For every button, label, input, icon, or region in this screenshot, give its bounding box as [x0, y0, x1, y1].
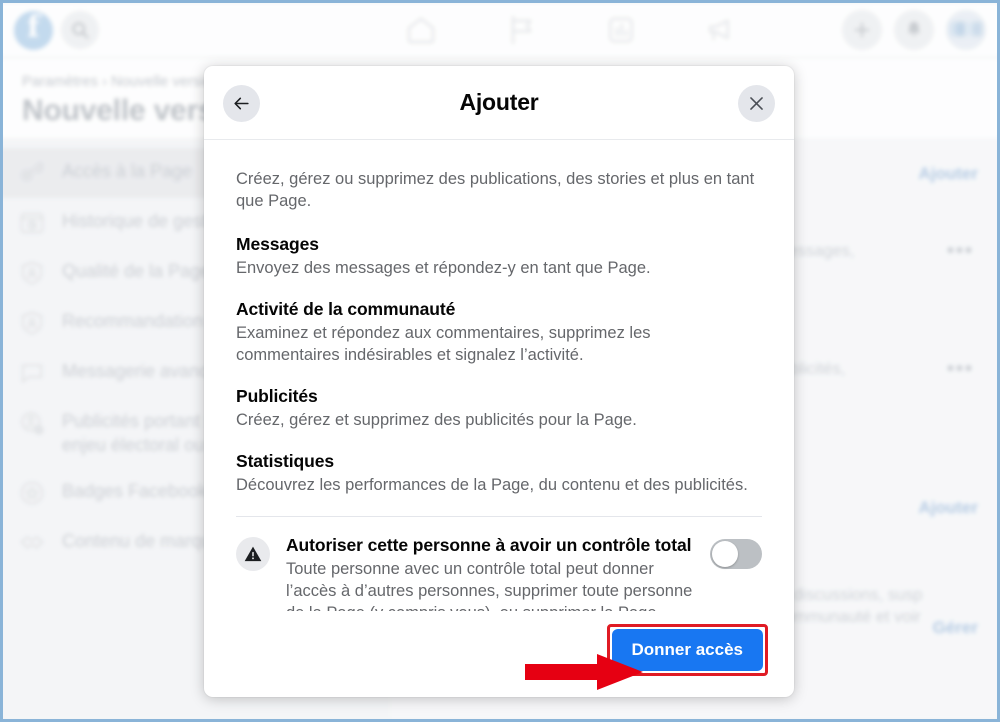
- dialog-header: Ajouter: [204, 66, 794, 140]
- warning-badge: [236, 537, 270, 571]
- viewport-border-left: [0, 0, 3, 722]
- viewport-border-top: [0, 0, 1000, 3]
- permission-title: Messages: [236, 234, 319, 254]
- full-control-toggle[interactable]: [710, 539, 762, 569]
- warning-triangle-icon: [244, 546, 262, 562]
- dialog-footer: Donner accès: [204, 611, 794, 697]
- dialog-intro-text: Créez, gérez ou supprimez des publicatio…: [236, 170, 755, 210]
- section-divider: [236, 516, 762, 517]
- permission-item-messages: Messages Envoyez des messages et réponde…: [236, 234, 762, 279]
- permission-description: Créez, gérez et supprimez des publicités…: [236, 411, 637, 429]
- permission-item-statistiques: Statistiques Découvrez les performances …: [236, 451, 762, 496]
- back-button[interactable]: [223, 85, 260, 122]
- permission-title: Statistiques: [236, 451, 334, 471]
- permission-description: Envoyez des messages et répondez-y en ta…: [236, 259, 651, 277]
- dialog-title: Ajouter: [459, 89, 539, 115]
- back-arrow-icon: [234, 97, 249, 110]
- close-icon: [750, 97, 763, 110]
- app-window: f Paramètres › Nouvelle version Nouvelle…: [0, 0, 1000, 722]
- add-access-dialog: Ajouter Créez, gérez ou supprimez des pu…: [204, 66, 794, 697]
- dialog-body: Créez, gérez ou supprimez des publicatio…: [204, 140, 794, 611]
- permission-title: Activité de la communauté: [236, 299, 456, 319]
- permission-item-publicites: Publicités Créez, gérez et supprimez des…: [236, 386, 762, 431]
- full-control-description: Toute personne avec un contrôle total pe…: [286, 560, 693, 611]
- full-control-title: Autoriser cette personne à avoir un cont…: [286, 535, 692, 555]
- close-button[interactable]: [738, 85, 775, 122]
- permission-title: Publicités: [236, 386, 318, 406]
- permission-item-activite-communaute: Activité de la communauté Examinez et ré…: [236, 299, 762, 366]
- permission-description: Examinez et répondez aux commentaires, s…: [236, 324, 651, 364]
- full-control-section: Autoriser cette personne à avoir un cont…: [236, 535, 762, 611]
- toggle-knob: [712, 541, 738, 567]
- full-control-text: Autoriser cette personne à avoir un cont…: [286, 535, 694, 611]
- red-arrow-annotation: [525, 654, 643, 690]
- permission-description: Découvrez les performances de la Page, d…: [236, 476, 748, 494]
